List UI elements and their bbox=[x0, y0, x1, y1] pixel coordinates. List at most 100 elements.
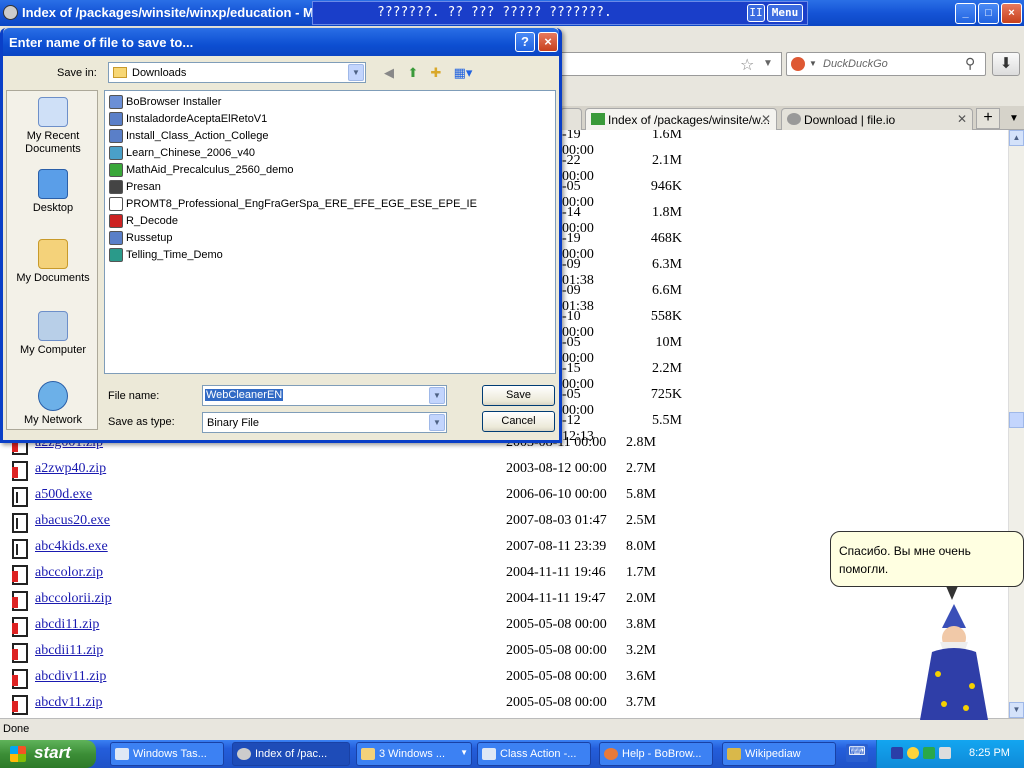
chevron-down-icon[interactable]: ▼ bbox=[429, 387, 445, 404]
search-engine-dropdown-icon[interactable]: ▼ bbox=[809, 59, 817, 68]
save-as-type-select[interactable]: Binary File ▼ bbox=[202, 412, 447, 433]
file-link[interactable]: abacus20.exe bbox=[35, 513, 110, 529]
scroll-thumb[interactable] bbox=[1009, 412, 1024, 428]
wizard-assistant-icon[interactable] bbox=[914, 604, 994, 726]
file-name: Install_Class_Action_College bbox=[126, 130, 269, 142]
search-box[interactable]: ▼ DuckDuckGo ⚲ bbox=[786, 52, 986, 76]
taskbar-item[interactable]: 3 Windows ... ▼ bbox=[356, 742, 472, 766]
tray-app-icon[interactable] bbox=[923, 747, 935, 759]
file-icon bbox=[109, 95, 123, 109]
tray-smiley-icon[interactable] bbox=[907, 747, 919, 759]
view-menu-icon[interactable]: ▦▾ bbox=[451, 65, 475, 81]
start-button[interactable]: start bbox=[0, 740, 96, 768]
file-size: 6.3M bbox=[652, 257, 682, 272]
vertical-scrollbar[interactable]: ▲ ▼ bbox=[1008, 130, 1024, 718]
file-link[interactable]: abc4kids.exe bbox=[35, 539, 108, 555]
scroll-down-icon[interactable]: ▼ bbox=[1009, 702, 1024, 718]
file-date: 2003-08-12 00:00 bbox=[506, 461, 607, 476]
close-tab-icon[interactable]: ✕ bbox=[957, 112, 967, 126]
up-folder-icon[interactable]: ⬆ bbox=[404, 65, 422, 81]
tab-list-dropdown-icon[interactable]: ▼ bbox=[1004, 108, 1024, 129]
minimize-button[interactable]: _ bbox=[955, 3, 976, 24]
file-link[interactable]: a500d.exe bbox=[35, 487, 92, 503]
status-text: Done bbox=[3, 723, 30, 735]
file-list[interactable]: BoBrowser Installer InstaladordeAceptaElR… bbox=[104, 90, 556, 374]
file-link[interactable]: a2zwp40.zip bbox=[35, 461, 106, 477]
dialog-close-button[interactable]: × bbox=[538, 32, 558, 52]
tab-download-file-io[interactable]: Download | file.io ✕ bbox=[781, 108, 973, 130]
file-link[interactable]: abcdv11.zip bbox=[35, 695, 103, 711]
tab-label: Index of /packages/winsite/w... bbox=[608, 113, 771, 127]
file-date: 2007-08-11 23:39 bbox=[506, 539, 607, 554]
tray-wizard-icon[interactable] bbox=[891, 747, 903, 759]
file-date: 2004-11-11 19:46 bbox=[506, 565, 606, 580]
help-button[interactable]: ? bbox=[515, 32, 535, 52]
file-date: 2005-05-08 00:00 bbox=[506, 695, 607, 710]
close-tab-icon[interactable]: ✕ bbox=[761, 112, 771, 126]
file-date: 2005-05-08 00:00 bbox=[506, 617, 607, 632]
taskbar-item[interactable]: Wikipediaw bbox=[722, 742, 836, 766]
file-name-input[interactable]: WebCleanerEN ▼ bbox=[202, 385, 447, 406]
close-window-button[interactable]: × bbox=[1001, 3, 1022, 24]
file-size: 2.8M bbox=[626, 435, 656, 450]
save-button[interactable]: Save bbox=[482, 385, 555, 406]
save-file-dialog: Enter name of file to save to... ? × Sav… bbox=[0, 28, 562, 443]
notification-text: ???????. ?? ??? ????? ???????. bbox=[377, 5, 612, 20]
duckduckgo-icon[interactable] bbox=[791, 57, 805, 71]
maximize-button[interactable]: □ bbox=[978, 3, 999, 24]
tab-partial[interactable] bbox=[560, 108, 582, 130]
file-link[interactable]: abccolor.zip bbox=[35, 565, 103, 581]
file-icon bbox=[109, 129, 123, 143]
url-history-dropdown-icon[interactable]: ▼ bbox=[763, 58, 773, 69]
scroll-up-icon[interactable]: ▲ bbox=[1009, 130, 1024, 146]
place-my-computer[interactable]: My Computer bbox=[7, 311, 99, 357]
url-bar[interactable]: ☆ ▼ bbox=[560, 52, 782, 76]
assistant-speech-bubble[interactable]: Спасибо. Вы мне очень помогли. bbox=[830, 531, 1024, 587]
file-date: 2006-06-10 00:00 bbox=[506, 487, 607, 502]
taskbar-item[interactable]: Class Action -... bbox=[477, 742, 591, 766]
taskbar-item[interactable]: Index of /pac... bbox=[232, 742, 350, 766]
tab-index-of-packages[interactable]: Index of /packages/winsite/w... ✕ bbox=[585, 108, 777, 130]
file-icon bbox=[109, 112, 123, 126]
cancel-button[interactable]: Cancel bbox=[482, 411, 555, 432]
download-arrow-icon: ⬇ bbox=[999, 55, 1013, 72]
place-my-documents[interactable]: My Documents bbox=[7, 239, 99, 285]
bookmark-star-icon[interactable]: ☆ bbox=[740, 55, 754, 75]
file-link[interactable]: abcdiv11.zip bbox=[35, 669, 106, 685]
tray-network-icon[interactable] bbox=[939, 747, 951, 759]
table-row: abcdi11.zip 2005-05-08 00:00 3.8M bbox=[0, 614, 700, 640]
save-in-select[interactable]: Downloads ▼ bbox=[108, 62, 366, 83]
chevron-down-icon[interactable]: ▼ bbox=[429, 414, 445, 431]
file-date: 2007-08-03 01:47 bbox=[506, 513, 607, 528]
file-name: MathAid_Precalculus_2560_demo bbox=[126, 164, 294, 176]
search-icon[interactable]: ⚲ bbox=[965, 55, 975, 72]
file-size: 2.2M bbox=[652, 361, 682, 376]
file-link[interactable]: abcdi11.zip bbox=[35, 617, 99, 633]
file-size: 946K bbox=[650, 179, 682, 194]
file-link[interactable]: abccolorii.zip bbox=[35, 591, 112, 607]
place-label: My Documents bbox=[16, 272, 90, 284]
search-placeholder: DuckDuckGo bbox=[823, 58, 888, 70]
assistant-message: Спасибо. Вы мне очень помогли. bbox=[839, 544, 971, 576]
back-icon[interactable]: ◀ bbox=[380, 65, 398, 81]
browser-icon bbox=[237, 748, 251, 760]
new-tab-button[interactable]: + bbox=[976, 108, 1000, 129]
my-computer-icon bbox=[38, 311, 68, 341]
place-my-recent-documents[interactable]: My Recent Documents bbox=[7, 97, 99, 156]
file-name: BoBrowser Installer bbox=[126, 96, 222, 108]
places-bar: My Recent Documents Desktop My Documents… bbox=[6, 90, 98, 430]
taskbar-item[interactable]: Windows Tas... bbox=[110, 742, 224, 766]
taskbar-item[interactable]: Help - BoBrow... bbox=[599, 742, 713, 766]
file-link[interactable]: abcdii11.zip bbox=[35, 643, 103, 659]
tab-label: Download | file.io bbox=[804, 113, 896, 127]
new-folder-icon[interactable]: ✚ bbox=[427, 65, 445, 81]
pause-button[interactable]: II bbox=[747, 4, 765, 22]
dialog-title-bar[interactable]: Enter name of file to save to... ? × bbox=[3, 28, 559, 56]
clock: 8:25 PM bbox=[969, 747, 1010, 759]
place-my-network[interactable]: My Network bbox=[7, 381, 99, 427]
chevron-down-icon[interactable]: ▼ bbox=[348, 64, 364, 81]
place-desktop[interactable]: Desktop bbox=[7, 169, 99, 215]
keyboard-layout-icon[interactable]: ⌨ bbox=[846, 744, 868, 762]
downloads-button[interactable]: ⬇ bbox=[992, 52, 1020, 76]
menu-button[interactable]: Menu bbox=[767, 4, 803, 22]
